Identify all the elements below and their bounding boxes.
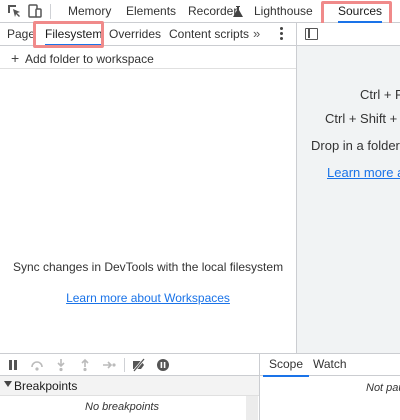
- debugger-separator: [124, 358, 125, 372]
- drop-folder-hint: Drop in a folder t: [311, 138, 400, 153]
- editor-tabbar: [297, 23, 400, 46]
- sidebar-scrollbar[interactable]: [246, 396, 258, 420]
- more-tabs-button[interactable]: »: [253, 23, 260, 45]
- tab-content-scripts[interactable]: Content scripts: [169, 23, 249, 45]
- breakpoints-section-header[interactable]: Breakpoints: [0, 376, 259, 396]
- no-breakpoints-message: No breakpoints: [85, 401, 159, 413]
- breakpoints-title: Breakpoints: [14, 379, 78, 393]
- step-over-icon[interactable]: [30, 358, 44, 372]
- filesystem-pane: Sync changes in DevTools with the local …: [0, 68, 296, 352]
- add-folder-button[interactable]: + Add folder to workspace: [11, 49, 154, 67]
- tab-scope[interactable]: Scope: [262, 354, 310, 377]
- shortcut-run-command: Ctrl + Shift + P: [325, 111, 400, 126]
- empty-state-message: Sync changes in DevTools with the local …: [12, 260, 284, 274]
- deactivate-breakpoints-icon[interactable]: [132, 358, 146, 372]
- more-options-icon[interactable]: [280, 27, 284, 41]
- pause-on-exceptions-icon[interactable]: [156, 358, 170, 372]
- not-paused-message: Not pau: [366, 382, 400, 394]
- learn-more-workspaces-link[interactable]: Learn more about Workspaces: [0, 291, 296, 305]
- scope-watch-tabbar: Scope Watch: [260, 353, 400, 377]
- toggle-navigator-icon[interactable]: [305, 28, 318, 40]
- editor-learn-more-link[interactable]: Learn more a: [327, 165, 400, 180]
- editor-placeholder: Ctrl + P Ctrl + Shift + P Drop in a fold…: [297, 46, 400, 353]
- tab-recorder[interactable]: Recorder: [188, 0, 243, 23]
- tab-overrides[interactable]: Overrides: [109, 23, 161, 45]
- shortcut-open-file: Ctrl + P: [360, 87, 400, 102]
- tab-memory[interactable]: Memory: [68, 0, 111, 23]
- device-toolbar-icon[interactable]: [27, 3, 43, 19]
- inspect-element-icon[interactable]: [6, 3, 22, 19]
- step-out-icon[interactable]: [78, 358, 92, 372]
- pause-icon[interactable]: [6, 358, 20, 372]
- flask-icon: [233, 6, 243, 17]
- tab-watch[interactable]: Watch: [313, 354, 347, 376]
- plus-icon: +: [11, 50, 20, 66]
- add-folder-label: Add folder to workspace: [25, 52, 154, 66]
- debugger-toolbar: [0, 353, 259, 376]
- tab-elements[interactable]: Elements: [126, 0, 176, 23]
- step-icon[interactable]: [102, 358, 116, 372]
- tab-page[interactable]: Page: [7, 23, 35, 45]
- toolbar-separator: [50, 4, 51, 19]
- collapse-caret-icon: [4, 381, 12, 387]
- tab-recorder-label: Recorder: [188, 4, 238, 18]
- tab-lighthouse[interactable]: Lighthouse: [254, 0, 313, 23]
- step-into-icon[interactable]: [54, 358, 68, 372]
- highlight-filesystem-tab: [33, 21, 104, 48]
- devtools-tabbar: Memory Elements Recorder Lighthouse Sour…: [0, 0, 400, 27]
